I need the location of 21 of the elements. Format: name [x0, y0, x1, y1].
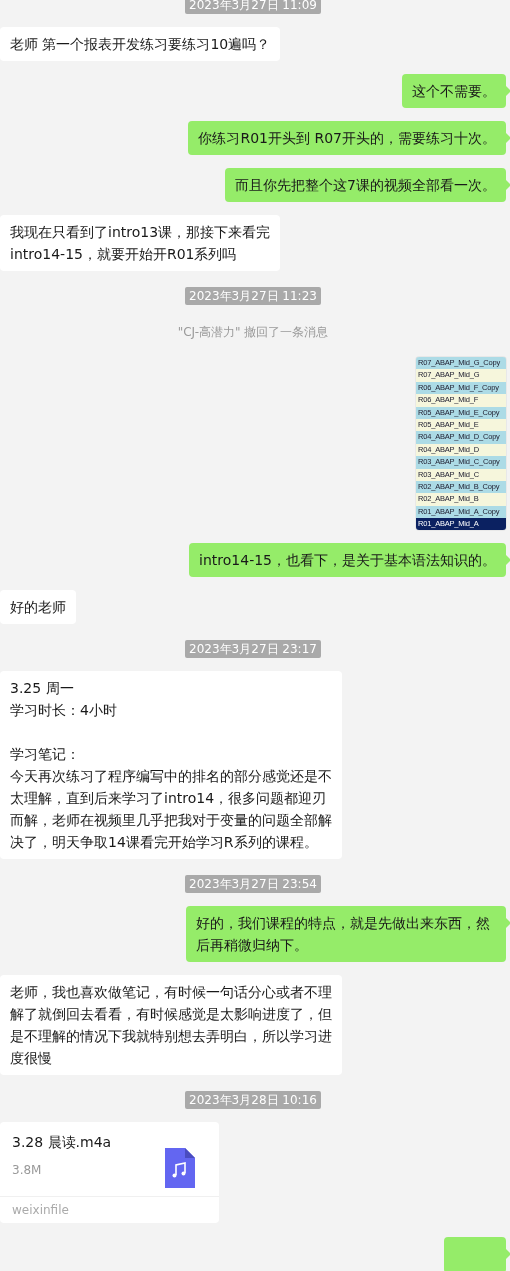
file-size: 3.8M: [12, 1162, 43, 1180]
file-card[interactable]: 3.28 晨读.m4a 3.8M weixinfile: [0, 1122, 219, 1224]
message-line: 学习时长：4小时: [10, 701, 118, 721]
message-bubble: 老师，我也喜欢做笔记，有时候一句话分心或者不理解了就倒回去看看，有时候感觉是太影响进度了，但是不理解的情况下我就特别想去弄明白，所以学习进度很慢: [0, 975, 342, 1076]
message-line: intro14-15，就要开始开R01系列吗: [10, 245, 238, 264]
message-bubble: 好的老师: [0, 590, 76, 625]
message-line: 学习笔记：: [10, 745, 81, 765]
timestamp: 2023年3月27日 23:54: [185, 875, 321, 894]
message-line: 今天再次练习了程序编写中的排名的部分感觉还是不太理解，直到后来学习了intro14，很多问题都迎刃而解，老师在视频里几乎把我对于变量的问题全部解决了，明天争取14课看完开始学习R系列的课程。: [10, 767, 332, 853]
timestamp: 2023年3月27日 11:23: [185, 287, 321, 305]
timestamp: 2023年3月28日 10:16: [185, 1091, 321, 1110]
message-bubble: 老师 第一个报表开发练习要练习10遍吗？: [0, 27, 281, 61]
recall-notice: "CJ-高潜力" 撤回了一条消息: [177, 324, 329, 341]
timestamp: 2023年3月27日 11:09: [185, 0, 321, 14]
audio-file-icon: [165, 1148, 195, 1189]
message-line: 3.25 周一: [10, 679, 75, 699]
timestamp: 2023年3月27日 23:17: [185, 640, 321, 659]
file-source: weixinfile: [12, 1203, 69, 1218]
screenshot-image[interactable]: [416, 357, 506, 531]
file-name: 3.28 晨读.m4a: [12, 1133, 112, 1153]
message-line: 我现在只看到了intro13课，那接下来看完: [10, 223, 271, 242]
